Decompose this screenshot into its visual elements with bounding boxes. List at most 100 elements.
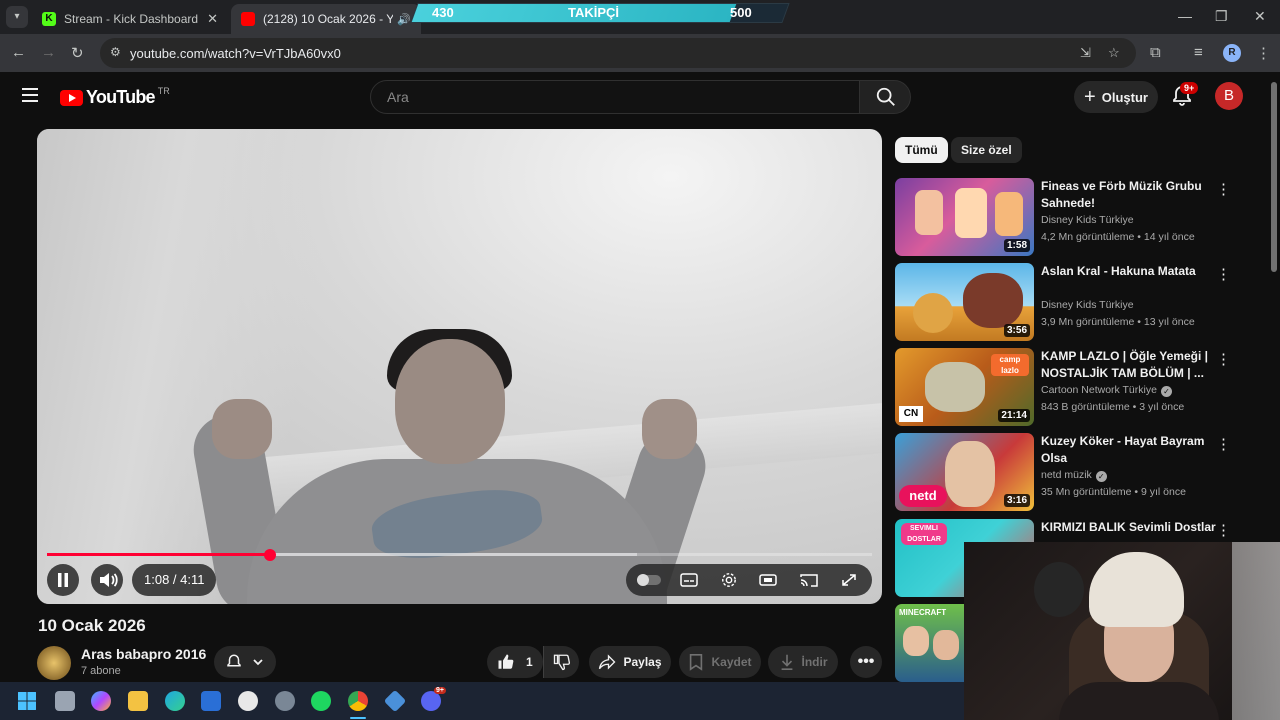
rec-title[interactable]: Fineas ve Förb Müzik Grubu Sahnede! — [1041, 178, 1216, 212]
more-vertical-icon[interactable]: ⋮ — [1216, 435, 1231, 453]
media-controls-icon[interactable]: ≡ — [1194, 44, 1203, 61]
video-thumbnail[interactable]: camp lazlo CN 21:14 — [895, 348, 1034, 426]
rec-title[interactable]: Kuzey Köker - Hayat Bayram Olsa — [1041, 433, 1216, 467]
obs-icon[interactable] — [238, 691, 258, 711]
more-vertical-icon[interactable]: ⋮ — [1216, 521, 1231, 539]
like-button[interactable]: 1 — [487, 646, 543, 678]
chevron-down-icon — [253, 659, 263, 666]
speaker-icon[interactable]: 🔊 — [397, 13, 411, 26]
youtube-play-icon — [60, 89, 83, 106]
app-launcher-icon[interactable] — [383, 689, 407, 713]
browser-menu-icon[interactable]: ⋮ — [1256, 44, 1271, 62]
install-app-icon[interactable]: ⇲ — [1080, 45, 1091, 61]
pause-button[interactable] — [47, 564, 79, 596]
more-actions-button[interactable]: ••• — [850, 646, 882, 678]
channel-avatar[interactable] — [37, 646, 71, 680]
more-vertical-icon[interactable]: ⋮ — [1216, 180, 1231, 198]
bookmark-star-icon[interactable]: ☆ — [1108, 45, 1120, 61]
create-button[interactable]: + Oluştur — [1074, 81, 1158, 113]
rec-title[interactable]: KAMP LAZLO | Öğle Yemeği | NOSTALJİK TAM… — [1041, 348, 1216, 382]
search-input[interactable] — [371, 81, 859, 113]
scroll-thumb[interactable] — [1271, 82, 1277, 272]
fullscreen-exit-icon[interactable] — [840, 572, 858, 588]
video-frame-fist — [212, 399, 272, 459]
channel-name[interactable]: Aras babapro 2016 — [81, 646, 206, 662]
dislike-button[interactable] — [543, 646, 579, 678]
pause-icon — [58, 573, 68, 587]
download-icon — [781, 654, 792, 671]
rec-title[interactable]: Aslan Kral - Hakuna Matata — [1041, 263, 1216, 280]
rec-channel[interactable]: Disney Kids Türkiye — [1041, 299, 1134, 311]
recommendation-item[interactable]: 3:56 Aslan Kral - Hakuna Matata Disney K… — [895, 263, 1265, 343]
address-bar: ← → ↻ ⚙ youtube.com/watch?v=VrTJbA60vx0 … — [0, 34, 1280, 72]
video-player[interactable] — [37, 129, 882, 604]
tab-search-button[interactable]: ▾ — [6, 6, 28, 28]
extensions-icon[interactable]: ⧉ — [1150, 44, 1161, 61]
follower-label: TAKİPÇİ — [568, 5, 620, 20]
subtitles-icon[interactable] — [680, 572, 698, 588]
maximize-icon[interactable]: ❐ — [1215, 8, 1228, 25]
browser-profile-avatar[interactable]: R — [1223, 44, 1241, 62]
discord-icon[interactable] — [421, 691, 441, 711]
webcam-plush-toy — [1034, 562, 1084, 617]
rec-channel[interactable]: netd müzik ✓ — [1041, 469, 1107, 482]
rec-title[interactable]: KIRMIZI BALIK Sevimli Dostlar — [1041, 519, 1216, 536]
save-button[interactable]: Kaydet — [679, 646, 761, 678]
tab-kick-dashboard[interactable]: K Stream - Kick Dashboard ✕ — [32, 4, 228, 34]
edge-icon[interactable] — [165, 691, 185, 711]
recommendation-item[interactable]: netd 3:16 Kuzey Köker - Hayat Bayram Ols… — [895, 433, 1265, 513]
chip-for-you[interactable]: Size özel — [951, 137, 1022, 163]
menu-icon[interactable] — [22, 88, 38, 102]
bookmark-icon — [690, 653, 703, 671]
recommendation-item[interactable]: camp lazlo CN 21:14 KAMP LAZLO | Öğle Yem… — [895, 348, 1265, 428]
more-vertical-icon[interactable]: ⋮ — [1216, 265, 1231, 283]
omnibox[interactable]: ⚙ youtube.com/watch?v=VrTJbA60vx0 ⇲ ☆ — [100, 38, 1136, 68]
progress-scrubber[interactable] — [263, 549, 276, 561]
task-view-icon[interactable] — [55, 691, 75, 711]
follower-current: 430 — [432, 5, 454, 20]
thumb-figure — [925, 362, 985, 412]
video-title: 10 Ocak 2026 — [38, 616, 146, 635]
subscription-bell-button[interactable] — [214, 646, 276, 678]
thumb-figure — [995, 192, 1023, 236]
video-thumbnail[interactable]: 3:56 — [895, 263, 1034, 341]
reload-icon[interactable]: ↻ — [71, 44, 84, 62]
search-button[interactable] — [859, 80, 911, 114]
site-info-icon[interactable]: ⚙ — [110, 45, 121, 59]
duration-badge: 21:14 — [998, 409, 1030, 422]
thumb-figure — [903, 626, 929, 656]
video-thumbnail[interactable]: netd 3:16 — [895, 433, 1034, 511]
more-vertical-icon[interactable]: ⋮ — [1216, 350, 1231, 368]
settings-icon[interactable] — [275, 691, 295, 711]
back-icon[interactable]: ← — [11, 44, 26, 61]
windows-start-icon[interactable] — [17, 691, 37, 711]
progress-bar[interactable] — [47, 553, 872, 556]
account-avatar[interactable]: B — [1215, 82, 1243, 110]
recommendation-item[interactable]: 1:58 Fineas ve Förb Müzik Grubu Sahnede!… — [895, 178, 1265, 258]
video-thumbnail[interactable]: 1:58 — [895, 178, 1034, 256]
share-button[interactable]: Paylaş — [589, 646, 671, 678]
volume-button[interactable] — [91, 564, 123, 596]
sevimli-dostlar-logo: SEVIMLI DOSTLAR — [901, 523, 947, 545]
youtube-logo[interactable]: YouTube TR — [60, 86, 170, 108]
cast-icon[interactable] — [800, 572, 818, 588]
chip-all[interactable]: Tümü — [895, 137, 948, 163]
copilot-icon[interactable] — [91, 691, 111, 711]
chrome-icon[interactable] — [348, 691, 368, 711]
url-text[interactable]: youtube.com/watch?v=VrTJbA60vx0 — [130, 46, 341, 61]
tab-youtube-video[interactable]: (2128) 10 Ocak 2026 - YouT 🔊 — [231, 4, 421, 34]
forward-icon[interactable]: → — [41, 44, 56, 61]
settings-gear-icon[interactable] — [720, 572, 738, 588]
spotify-icon[interactable] — [311, 691, 331, 711]
minimize-icon[interactable]: — — [1178, 8, 1192, 24]
rec-channel[interactable]: Cartoon Network Türkiye ✓ — [1041, 384, 1172, 397]
follower-target: 500 — [730, 5, 752, 20]
close-window-icon[interactable]: ✕ — [1254, 8, 1266, 25]
autoplay-toggle-icon[interactable] — [636, 572, 662, 588]
tab-close-icon[interactable]: ✕ — [207, 11, 218, 27]
microsoft-store-icon[interactable] — [201, 691, 221, 711]
rec-channel[interactable]: Disney Kids Türkiye — [1041, 214, 1134, 226]
theater-mode-icon[interactable] — [759, 572, 777, 588]
file-explorer-icon[interactable] — [128, 691, 148, 711]
download-button[interactable]: İndir — [768, 646, 838, 678]
